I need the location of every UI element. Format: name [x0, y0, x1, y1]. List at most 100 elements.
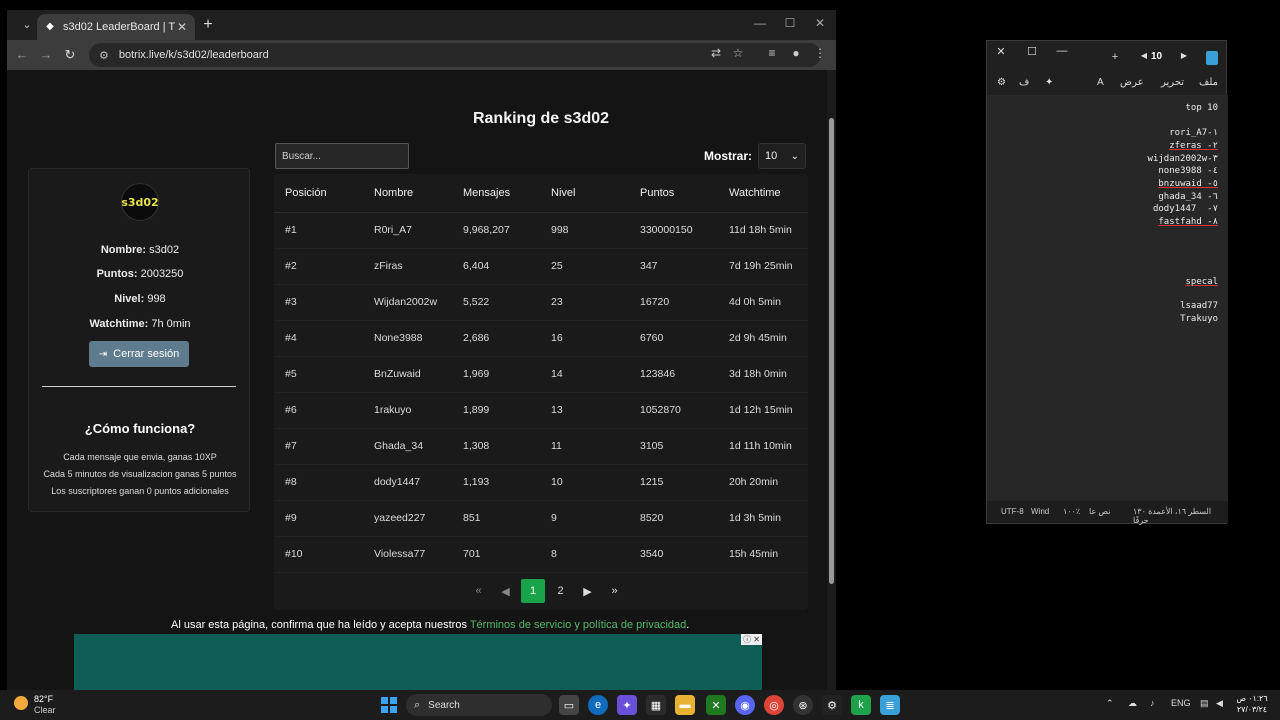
page-button[interactable]: 1 [521, 579, 545, 603]
profile-avatar-icon[interactable]: ● [787, 46, 805, 60]
terms-notice: Al usar esta página, confirma que ha leí… [171, 619, 689, 631]
file-explorer-icon[interactable]: ▬ [675, 695, 695, 715]
network-icon[interactable]: ▤ [1200, 698, 1209, 709]
scrollbar-thumb[interactable] [829, 118, 834, 584]
tray-chevron-icon[interactable]: ⌃ [1106, 698, 1114, 709]
profile-watchtime: Watchtime: 7h 0min [29, 318, 251, 330]
tab-search-icon[interactable]: ⌄ [15, 16, 39, 34]
table-cell: 1rakuyo [363, 392, 452, 429]
back-icon[interactable]: ← [13, 47, 31, 62]
table-cell: #6 [274, 392, 363, 429]
notepad-text-area[interactable]: top 10 rori_A7-١ zferas -٢ wijdan2002w-٣… [987, 95, 1228, 503]
ad-close-icon[interactable]: ⓘ ✕ [741, 634, 762, 645]
close-icon[interactable]: ✕ [993, 45, 1009, 58]
notepad-app-icon [1206, 51, 1218, 65]
xbox-icon[interactable]: ✕ [706, 695, 726, 715]
translate-icon[interactable]: ⇄ [707, 46, 725, 60]
maximize-icon[interactable]: ☐ [775, 16, 805, 30]
page-button[interactable]: 2 [547, 579, 574, 603]
browser-tab[interactable]: ◆ s3d02 LeaderBoard | The best C ✕ [37, 14, 195, 40]
ad-banner[interactable]: ⓘ ✕ [74, 634, 762, 690]
table-cell: #3 [274, 284, 363, 321]
table-cell: 1052870 [629, 392, 718, 429]
app-icon[interactable]: ⊛ [793, 695, 813, 715]
logout-icon: ⇥ [98, 348, 108, 360]
menu-edit[interactable]: تحرير [1161, 77, 1184, 88]
language-indicator[interactable]: ENG [1171, 698, 1191, 708]
minimize-icon[interactable]: — [1054, 45, 1070, 57]
menu-file[interactable]: ملف [1199, 77, 1218, 88]
settings-icon[interactable]: ⚙ [997, 77, 1006, 88]
text-line: fastfahd -٨ [1158, 217, 1218, 227]
column-header: Puntos [629, 174, 718, 213]
notepad-statusbar: UTF-8 Wind ١٠٠٪ نص عا السطر ١٦، الأعمدة … [987, 501, 1228, 525]
new-tab-icon[interactable]: + [1107, 51, 1123, 63]
table-cell: 7d 19h 25min [718, 248, 808, 285]
prev-page-icon[interactable]: ◀ [492, 579, 519, 603]
volume-icon[interactable]: ◀ [1216, 698, 1223, 709]
clock[interactable]: ٠١:٢٦ ص ٢٧/٠٣/٢٤ [1232, 693, 1272, 715]
text-line: Trakuyo [1180, 314, 1218, 324]
tab-right-icon[interactable]: ▶ [1176, 51, 1192, 60]
weather-icon[interactable] [14, 696, 28, 710]
weather-temp[interactable]: 82°F [34, 694, 53, 704]
table-cell: 347 [629, 248, 718, 285]
copilot-icon[interactable]: ✦ [1045, 77, 1053, 88]
table-row: #10 Violessa77 701 8 3540 15h 45min [274, 536, 808, 573]
store-icon[interactable]: ▦ [646, 695, 666, 715]
table-cell: 20h 20min [718, 464, 808, 501]
close-window-icon[interactable]: ✕ [805, 16, 835, 30]
site-info-icon[interactable]: ⚙ [99, 49, 109, 62]
table-cell: 330000150 [629, 212, 718, 249]
url-text: botrix.live/k/s3d02/leaderboard [118, 49, 269, 61]
logout-button[interactable]: ⇥ Cerrar sesión [89, 341, 189, 367]
weather-desc[interactable]: Clear [34, 705, 56, 715]
table-cell: 13 [540, 392, 629, 429]
task-view-icon[interactable]: ▭ [559, 695, 579, 715]
table-header-row: Posición Nombre Mensajes Nivel Puntos Wa… [274, 174, 808, 213]
onedrive-icon[interactable]: ☁ [1128, 698, 1137, 709]
kick-icon[interactable]: k [851, 695, 871, 715]
menu-kebab-icon[interactable]: ⋮ [811, 46, 829, 60]
clock-time: ٠١:٢٦ ص [1236, 694, 1268, 703]
table-cell: dody1447 [363, 464, 452, 501]
format-icon[interactable]: A [1097, 77, 1104, 88]
tab-close-icon[interactable]: ✕ [175, 20, 189, 34]
discord-icon[interactable]: ◉ [735, 695, 755, 715]
new-tab-icon[interactable]: + [199, 16, 217, 34]
profile-level: Nivel: 998 [29, 293, 251, 305]
font-icon[interactable]: ف [1019, 77, 1029, 88]
last-page-icon[interactable]: » [601, 579, 628, 603]
forward-icon[interactable]: → [37, 47, 55, 62]
menu-view[interactable]: عرض [1120, 77, 1144, 88]
chrome-icon[interactable]: ◎ [764, 695, 784, 715]
show-count-select[interactable]: 10 ⌄ [758, 143, 806, 169]
profile-points: Puntos: 2003250 [29, 268, 251, 280]
table-cell: 2,686 [452, 320, 540, 357]
minimize-icon[interactable]: — [745, 16, 775, 30]
maximize-icon[interactable]: ☐ [1024, 45, 1040, 58]
scrollbar[interactable] [827, 70, 836, 690]
table-cell: 123846 [629, 356, 718, 393]
bookmark-star-icon[interactable]: ☆ [729, 46, 747, 60]
show-label: Mostrar: [704, 149, 753, 163]
first-page-icon[interactable]: « [465, 579, 492, 603]
channel-logo: s3d02 [121, 183, 159, 221]
start-icon[interactable] [381, 697, 397, 713]
profile-name: Nombre: s3d02 [29, 244, 251, 256]
next-page-icon[interactable]: ▶ [574, 579, 601, 603]
table-cell: 2d 9h 45min [718, 320, 808, 357]
copilot-icon[interactable]: ✦ [617, 695, 637, 715]
edge-icon[interactable]: e [588, 695, 608, 715]
table-cell: 3540 [629, 536, 718, 573]
reload-icon[interactable]: ↻ [61, 47, 79, 63]
media-icon[interactable]: ≡ [763, 46, 781, 60]
mic-icon[interactable]: ♪ [1150, 698, 1155, 708]
notepad-icon[interactable]: ≣ [880, 695, 900, 715]
search-input[interactable] [275, 143, 409, 169]
tab-left-icon[interactable]: ◀ [1136, 51, 1152, 60]
taskbar-search[interactable]: ⌕ Search [406, 694, 552, 716]
terms-link[interactable]: Términos de servicio y política de priva… [470, 619, 686, 631]
settings-icon[interactable]: ⚙ [822, 695, 842, 715]
table-cell: #7 [274, 428, 363, 465]
